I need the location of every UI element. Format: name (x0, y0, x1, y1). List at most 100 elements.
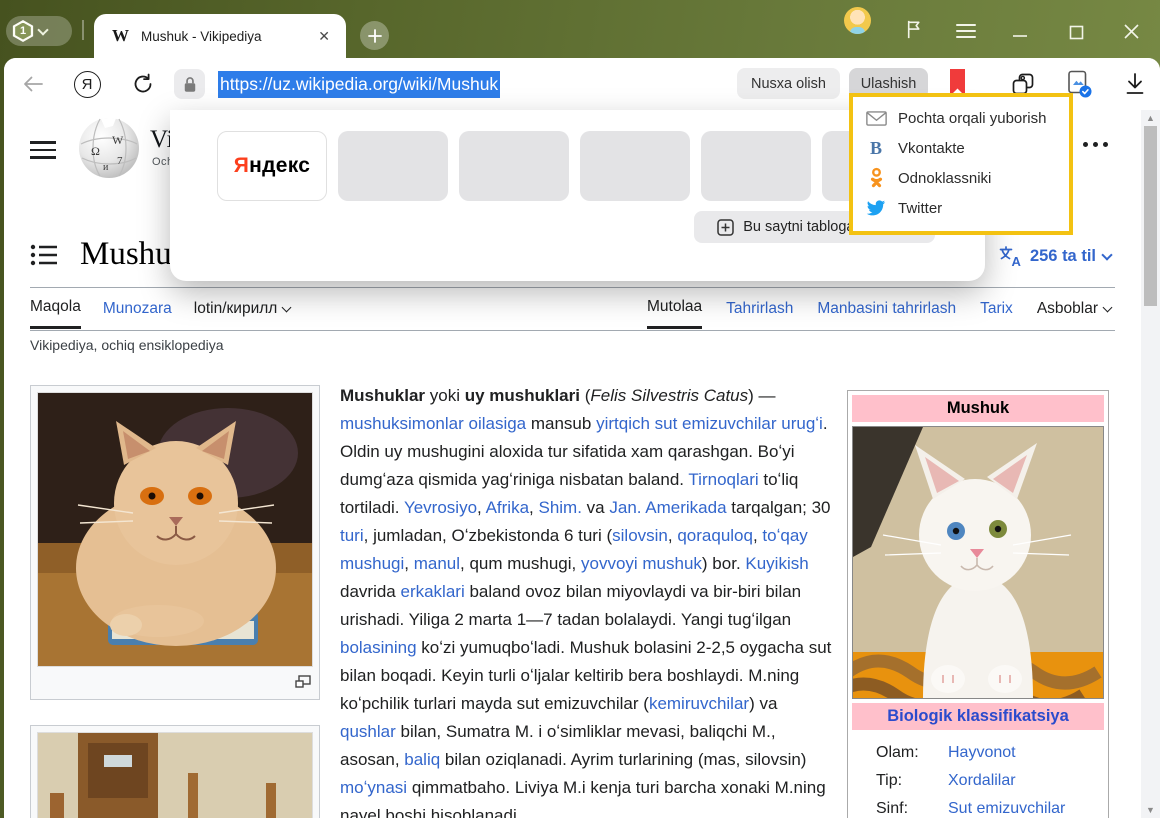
article-link[interactable]: yirtqich sut emizuvchilar urugʻi (596, 414, 823, 433)
share-item-label: Odnoklassniki (898, 170, 991, 187)
tab-script-switcher[interactable]: lotin/кирилл (194, 298, 291, 329)
tab-maqola[interactable]: Maqola (30, 298, 81, 329)
bookmarks-flag-button[interactable] (899, 9, 927, 49)
browser-menu-button[interactable] (954, 11, 978, 51)
article-link[interactable]: moʻynasi (340, 778, 407, 797)
taxobox-row-link[interactable]: Hayvonot (948, 744, 1016, 762)
maximize-button[interactable] (1066, 12, 1086, 52)
article-text: ( (580, 386, 590, 405)
download-icon (1123, 71, 1147, 97)
article-link[interactable]: Shim. (538, 498, 581, 517)
article-text: Felis Silvestris Catus (590, 386, 748, 405)
share-item-label: Twitter (898, 200, 942, 217)
tab-munozara[interactable]: Munozara (103, 298, 172, 329)
address-bar[interactable]: https://uz.wikipedia.org/wiki/Mushuk (218, 58, 500, 110)
languages-icon: A (999, 246, 1023, 267)
titlebar-separator (82, 20, 84, 40)
article-link[interactable]: turi (340, 526, 364, 545)
tab-tarix[interactable]: Tarix (980, 298, 1013, 329)
enlarge-image-icon[interactable] (295, 675, 311, 693)
minimize-icon (1012, 24, 1028, 40)
scrollbar-thumb[interactable] (1144, 126, 1157, 306)
svg-text:A: A (1011, 254, 1021, 267)
article-text: yoki (425, 386, 465, 405)
article-image-cat-on-book[interactable] (30, 385, 320, 700)
article-link[interactable]: mushuksimonlar oilasiga (340, 414, 526, 433)
share-item-twitter[interactable]: Twitter (853, 193, 1069, 223)
page-scrollbar[interactable]: ▲ ▼ (1141, 110, 1160, 818)
article-link[interactable]: yovvoyi mushuk (581, 554, 702, 573)
taxobox-kitten-photo[interactable] (852, 426, 1104, 699)
article-image-tabby-cat[interactable] (30, 725, 320, 818)
article-link[interactable]: Yevrosiyo (404, 498, 477, 517)
scroll-down-arrow[interactable]: ▼ (1141, 805, 1160, 815)
share-item-label: Vkontakte (898, 140, 965, 157)
url-text-selected[interactable]: https://uz.wikipedia.org/wiki/Mushuk (218, 71, 500, 98)
article-link[interactable]: erkaklari (400, 582, 464, 601)
speed-dial-empty-tile[interactable] (580, 131, 690, 201)
article-link[interactable]: qushlar (340, 722, 396, 741)
new-tab-button[interactable] (360, 21, 389, 50)
article-link[interactable]: silovsin (612, 526, 668, 545)
flag-icon (902, 18, 925, 41)
article-text: ) bor. (702, 554, 745, 573)
profile-avatar[interactable] (844, 7, 871, 34)
article-text: , (404, 554, 413, 573)
tab-group-chip[interactable]: 1 (6, 16, 72, 46)
article-link[interactable]: bolasining (340, 638, 417, 657)
reload-button[interactable] (128, 68, 158, 100)
tab-mutolaa[interactable]: Mutolaa (647, 298, 702, 329)
copy-url-button[interactable]: Nusxa olish (737, 68, 840, 99)
article-link[interactable]: manul (414, 554, 460, 573)
tab-close-icon[interactable]: ✕ (314, 26, 334, 47)
article-link[interactable]: kemiruvchilar (649, 694, 749, 713)
speed-dial-empty-tile[interactable] (338, 131, 448, 201)
minimize-button[interactable] (1010, 12, 1030, 52)
yandex-logo-text: ндекс (249, 154, 310, 178)
taxobox-row: Olam: Hayvonot (848, 734, 1108, 762)
taxobox-row-link[interactable]: Xordalilar (948, 772, 1016, 790)
article-link[interactable]: Tirnoqlari (688, 470, 758, 489)
chevron-down-icon (37, 24, 48, 35)
article-text: ) — (748, 386, 775, 405)
contents-list-icon[interactable] (30, 243, 58, 267)
header-divider (30, 287, 1115, 288)
tab-tahrirlash[interactable]: Tahrirlash (726, 298, 793, 329)
wikipedia-globe-logo[interactable]: Ω W 7 и (76, 114, 142, 185)
speed-dial-yandex-tile[interactable]: Яндекс (217, 131, 327, 201)
article-link[interactable]: Kuyikish (745, 554, 808, 573)
share-item-odnoklassniki[interactable]: Odnoklassniki (853, 163, 1069, 193)
share-item-email[interactable]: Pochta orqali yuborish (853, 103, 1069, 133)
reload-icon (131, 72, 155, 96)
ok-icon (865, 167, 887, 189)
language-selector[interactable]: A 256 ta til (999, 246, 1111, 267)
site-security-button[interactable] (174, 69, 205, 99)
chevron-down-icon (1103, 302, 1113, 312)
yandex-services-button[interactable]: Я (72, 68, 102, 100)
close-window-button[interactable] (1120, 11, 1142, 51)
taxobox-row-link[interactable]: Sut emizuvchilar (948, 800, 1065, 818)
wiki-main-menu-button[interactable] (30, 141, 56, 164)
article-text: qimmatbaho. Liviya M.i kenja turi barcha… (340, 778, 826, 818)
speed-dial-empty-tile[interactable] (701, 131, 811, 201)
article-text: ) va (749, 694, 777, 713)
downloads-button[interactable] (1118, 68, 1152, 100)
article-text: , (753, 526, 762, 545)
browser-tab[interactable]: W Mushuk - Vikipediya ✕ (94, 14, 346, 58)
article-text: , qum mushugi, (460, 554, 581, 573)
scroll-up-arrow[interactable]: ▲ (1141, 113, 1160, 123)
article-link[interactable]: baliq (404, 750, 440, 769)
tab-manbasini-tahrirlash[interactable]: Manbasini tahrirlash (817, 298, 956, 329)
bookmark-ribbon-icon[interactable] (950, 69, 965, 96)
article-link[interactable]: Jan. Amerikada (609, 498, 726, 517)
article-link[interactable]: qoraquloq (677, 526, 753, 545)
back-button[interactable] (18, 68, 48, 100)
tab-asboblar[interactable]: Asboblar (1037, 298, 1111, 329)
speed-dial-empty-tile[interactable] (459, 131, 569, 201)
share-item-vkontakte[interactable]: В Vkontakte (853, 133, 1069, 163)
article-text: mansub (526, 414, 596, 433)
article-link[interactable]: Afrika (486, 498, 529, 517)
more-options-icon[interactable] (1083, 142, 1108, 147)
article-text: davrida (340, 582, 400, 601)
mail-icon (865, 111, 887, 126)
